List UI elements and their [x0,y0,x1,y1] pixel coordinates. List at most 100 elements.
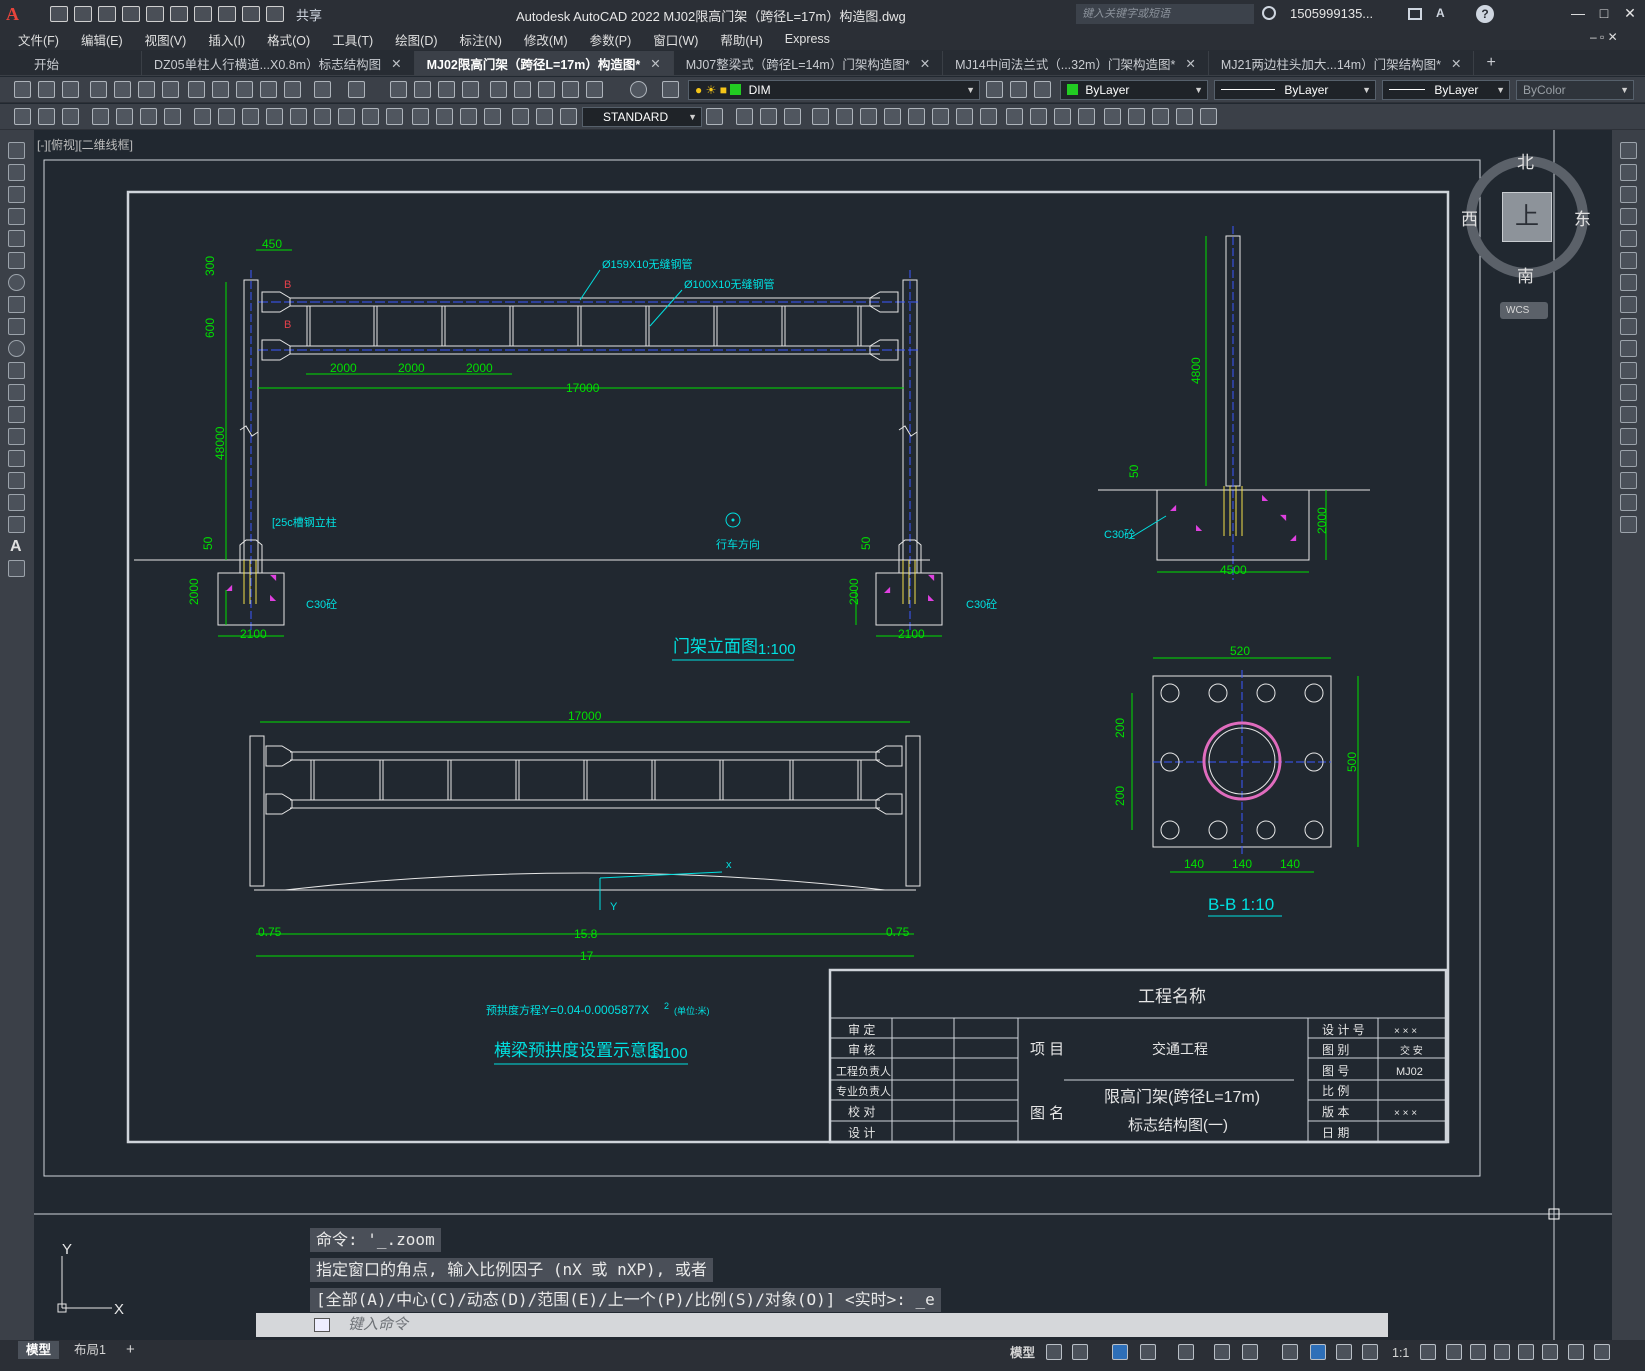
elevation-scale: 1:100 [758,641,796,658]
dim-600: 600 [203,318,217,338]
model-space-toggle[interactable]: 模型 [1002,1344,1043,1362]
elevation-title: 门架立面图 [673,637,758,656]
isodraft-icon[interactable] [1178,1344,1194,1360]
svg-text:◥: ◥ [1280,513,1287,522]
object-snap-icon[interactable] [1242,1344,1258,1360]
workspace-gear-icon[interactable] [1420,1344,1436,1360]
lock-ui-icon[interactable] [1518,1344,1534,1360]
ortho-icon[interactable] [1112,1344,1128,1360]
snap-icon[interactable] [1072,1344,1088,1360]
side-view: ◢ ◣ ◥ ◢ ◣ 4800 50 2000 4500 C30砼 [1098,226,1370,580]
svg-text:◢: ◢ [1170,503,1177,512]
ucs-icon [57,1256,112,1313]
auto-scale-icon[interactable] [1336,1344,1352,1360]
right-label-design-no: 设 计 号 [1322,1023,1365,1037]
label-c30-left: C30砼 [306,598,337,611]
units-icon[interactable] [1470,1344,1486,1360]
add-layout-button[interactable]: + [118,1341,143,1359]
dim-4500: 4500 [1220,563,1247,577]
dim-075-left: 0.75 [258,925,282,939]
viewcube-east[interactable]: 东 [1574,205,1591,230]
ucs-y-label: Y [62,1241,72,1258]
role-design: 设 计 [848,1126,875,1140]
right-value-category: 交 安 [1400,1044,1423,1057]
equation-unit: (单位:米) [674,1005,710,1016]
camber-diagram: x Y 17000 0.75 15.8 0.75 17 预拱度方程: Y=0.0… [249,709,921,1065]
label-c30-side: C30砼 [1104,528,1135,541]
wcs-menu[interactable]: WCS [1500,302,1548,319]
right-label-version: 版 本 [1322,1105,1349,1119]
right-label-category: 图 别 [1322,1043,1349,1057]
viewcube-south[interactable]: 南 [1517,262,1534,287]
annotation-scale-icon[interactable] [1362,1344,1378,1360]
dim-140-a: 140 [1184,857,1204,871]
right-label-drawing-no: 图 号 [1322,1064,1349,1078]
tab-model[interactable]: 模型 [18,1341,60,1359]
equation-exponent: 2 [664,1001,669,1011]
wcs-label: WCS [1506,305,1530,316]
annotation-monitor-icon[interactable] [1446,1344,1462,1360]
dim-200-a: 200 [1113,718,1127,738]
right-value-version: × × × [1394,1108,1417,1119]
viewcube-top-face[interactable]: 上 [1502,192,1552,242]
axis-y-label: Y [610,901,618,913]
svg-text:◣: ◣ [270,593,277,602]
label-column: [25c槽钢立柱 [272,515,337,529]
tab-layout1[interactable]: 布局1 [66,1341,114,1359]
right-label-date: 日 期 [1322,1126,1349,1140]
dim-2000-a: 2000 [330,361,357,375]
command-line-3: [全部(A)/中心(C)/动态(D)/范围(E)/上一个(P)/比例(S)/对象… [310,1288,941,1312]
svg-text:◣: ◣ [1262,493,1269,502]
dim-2000-c: 2000 [466,361,493,375]
dim-50-left: 50 [201,536,215,550]
viewcube-west[interactable]: 西 [1461,205,1478,230]
dim-140-c: 140 [1280,857,1300,871]
dim-50-side: 50 [1127,464,1141,478]
item-value: 交通工程 [1152,1041,1208,1057]
polar-tracking-icon[interactable] [1140,1344,1156,1360]
right-value-drawing-no: MJ02 [1396,1066,1423,1078]
dim-2000-b: 2000 [398,361,425,375]
svg-text:◥: ◥ [928,573,935,582]
quick-properties-icon[interactable] [1494,1344,1510,1360]
role-approve: 审 定 [848,1022,875,1037]
customization-icon[interactable] [1594,1344,1610,1360]
grid-icon[interactable] [1046,1344,1062,1360]
dim-300: 300 [203,256,217,276]
dim-50-right: 50 [859,536,873,550]
dim-500: 500 [1345,752,1359,772]
annotation-visibility-icon[interactable] [1310,1344,1326,1360]
command-input[interactable]: 键入命令 [256,1313,1388,1337]
dim-2000-side: 2000 [1315,507,1329,534]
command-line-1: 命令: '_.zoom [310,1228,441,1252]
svg-text:◢: ◢ [226,583,233,592]
item-label: 项 目 [1030,1041,1064,1058]
svg-text:◢: ◢ [884,585,891,594]
drawing-name-label: 图 名 [1030,1105,1064,1122]
role-project-lead: 工程负责人 [836,1064,891,1078]
camber-scale: 1:100 [650,1045,688,1062]
dim-17: 17 [580,949,594,963]
project-name-label: 工程名称 [1138,987,1206,1006]
label-c30-right: C30砼 [966,598,997,611]
inner-frame [126,190,1450,1144]
object-snap-tracking-icon[interactable] [1214,1344,1230,1360]
svg-text:◣: ◣ [1196,523,1203,532]
annotation-scale-value[interactable]: 1:1 [1384,1344,1417,1362]
command-prompt-icon[interactable] [314,1318,330,1332]
right-label-scale: 比 例 [1322,1084,1349,1098]
dim-48000: 48000 [213,426,227,460]
clean-screen-icon[interactable] [1568,1344,1584,1360]
section-mark-b-top: B [284,279,291,291]
equation-text: Y=0.04-0.0005877X [542,1003,649,1017]
role-discipline-lead: 专业负责人 [836,1084,891,1098]
role-check: 校 对 [848,1104,875,1119]
outer-frame [43,159,1481,1177]
dim-2100-left: 2100 [240,627,267,641]
isolate-objects-icon[interactable] [1542,1344,1558,1360]
dim-2000-right: 2000 [847,578,861,605]
command-line-2: 指定窗口的角点, 输入比例因子 (nX 或 nXP), 或者 [310,1258,713,1282]
svg-text:◢: ◢ [1290,533,1297,542]
viewcube-north[interactable]: 北 [1517,148,1534,173]
lineweight-icon[interactable] [1282,1344,1298,1360]
